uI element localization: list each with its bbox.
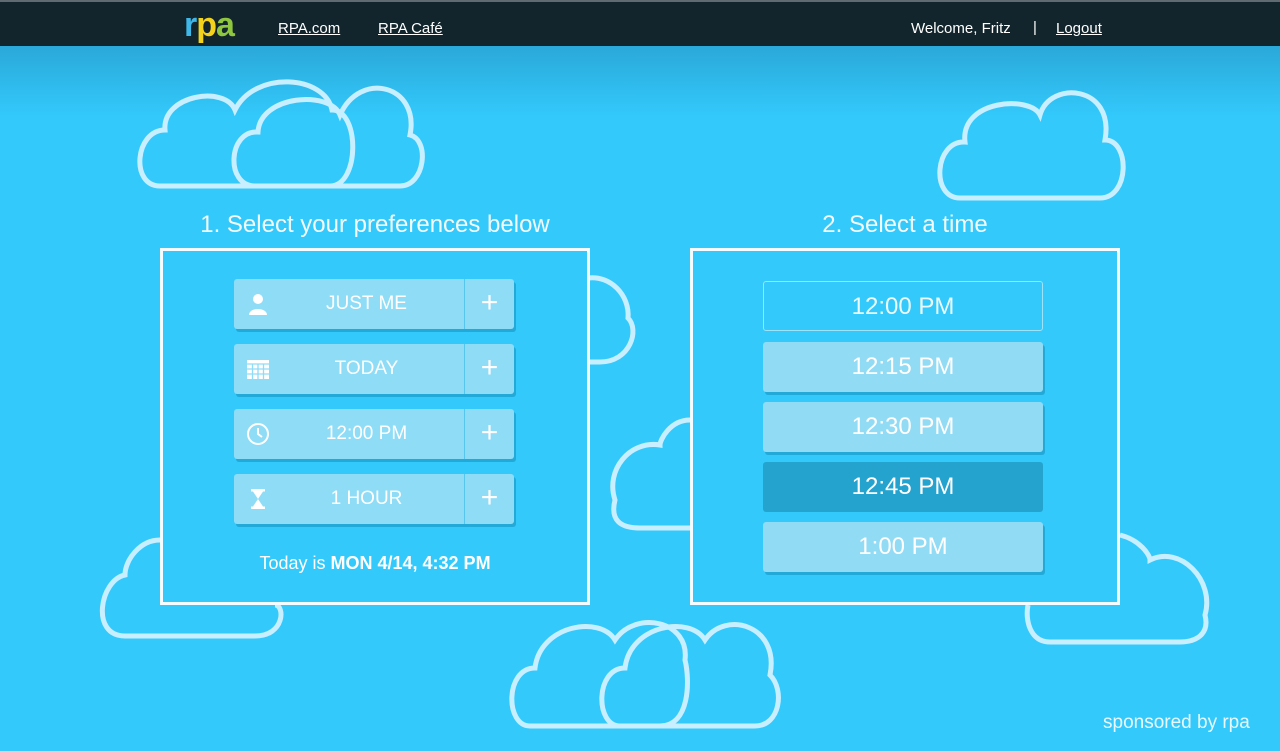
party-size-label: JUST ME [326,293,407,314]
time-plus-button[interactable]: + [464,409,514,459]
time-title: 2. Select a time [822,211,988,238]
cloud-icon [509,620,781,729]
sponsor-text: sponsored by rpa [1103,712,1250,733]
nav-link-rpa-com[interactable]: RPA.com [278,20,340,37]
cloud-icon [587,275,636,365]
time-slot-12-00[interactable]: 12:00 PM [763,281,1043,331]
time-slot-12-45[interactable]: 12:45 PM [763,462,1043,512]
header-shadow [0,46,1280,116]
person-icon [249,294,267,315]
time-row[interactable]: 12:00 PM + [234,409,514,459]
rpa-logo[interactable]: rpa [184,10,244,46]
date-plus-button[interactable]: + [464,344,514,394]
logout-link[interactable]: Logout [1056,20,1102,37]
top-bar: rpa RPA.com RPA Café Welcome, Fritz | Lo… [0,0,1280,46]
calendar-icon [247,360,269,379]
date-label: TODAY [334,358,399,379]
duration-row[interactable]: 1 HOUR + [234,474,514,524]
nav-link-rpa-cafe[interactable]: RPA Café [378,20,443,37]
cloud-icon [610,417,691,531]
svg-text:rpa: rpa [184,10,236,44]
time-slot-12-15[interactable]: 12:15 PM [763,342,1043,392]
hourglass-icon [251,489,265,509]
nav-separator: | [1033,19,1037,36]
today-prefix: Today is [259,553,326,573]
today-value: MON 4/14, 4:32 PM [330,553,491,573]
duration-plus-button[interactable]: + [464,474,514,524]
date-row[interactable]: TODAY + [234,344,514,394]
time-label: 12:00 PM [325,423,408,444]
party-size-plus-button[interactable]: + [464,279,514,329]
welcome-text: Welcome, Fritz [911,20,1011,37]
today-info: Today is MON 4/14, 4:32 PM [163,553,587,574]
time-slot-12-30[interactable]: 12:30 PM [763,402,1043,452]
party-size-row[interactable]: JUST ME + [234,279,514,329]
duration-label: 1 HOUR [330,488,403,509]
clock-icon [247,423,269,445]
time-panel: 12:00 PM 12:15 PM 12:30 PM 12:45 PM 1:00… [690,248,1120,605]
time-slot-1-00[interactable]: 1:00 PM [763,522,1043,572]
preferences-panel: JUST ME + TODAY + 12:00 PM + 1 HOUR + To [160,248,590,605]
preferences-title: 1. Select your preferences below [200,211,550,238]
